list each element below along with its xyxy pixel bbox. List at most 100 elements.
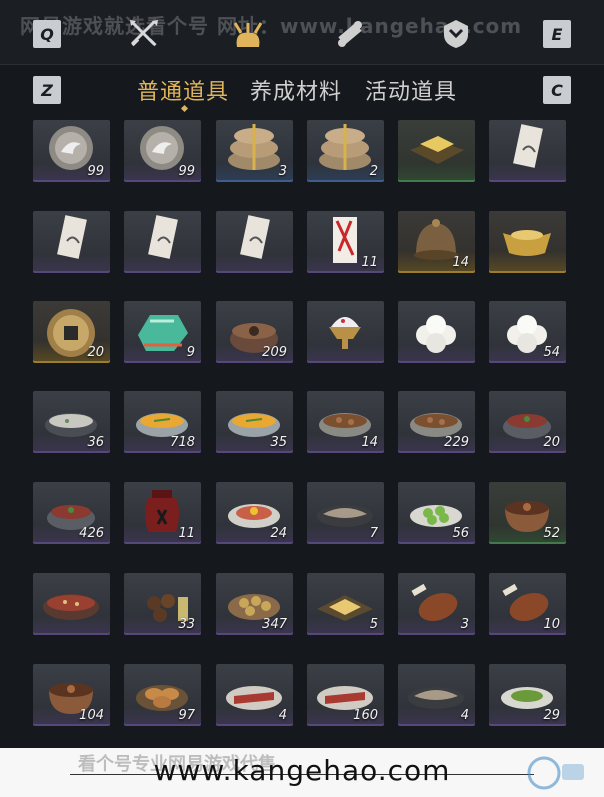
- inventory-slot[interactable]: [33, 573, 110, 635]
- item-count: 347: [262, 617, 287, 632]
- inventory-slot[interactable]: 11: [124, 482, 201, 544]
- inventory-slot[interactable]: 97: [124, 664, 201, 726]
- item-count: 229: [444, 435, 469, 450]
- inventory-slot[interactable]: 36: [33, 391, 110, 453]
- shaved-ice-icon: [329, 317, 361, 349]
- key-hint-q[interactable]: Q: [33, 20, 61, 48]
- scroll-icon[interactable]: [330, 14, 370, 54]
- item-count: 14: [361, 435, 378, 450]
- item-count: 3: [278, 164, 287, 179]
- crossed-swords-icon[interactable]: [124, 14, 164, 54]
- item-count: 4: [278, 708, 287, 723]
- inventory-slot[interactable]: 718: [124, 391, 201, 453]
- tab-bar: Z 普通道具 养成材料 活动道具 C: [0, 72, 604, 113]
- item-count: 209: [262, 345, 287, 360]
- inventory-slot[interactable]: 229: [398, 391, 475, 453]
- inventory-slot[interactable]: 3: [398, 573, 475, 635]
- item-count: 11: [361, 255, 378, 270]
- inventory-slot[interactable]: 20: [489, 391, 566, 453]
- key-hint-e[interactable]: E: [543, 20, 571, 48]
- item-count: 3: [460, 617, 469, 632]
- item-count: 24: [270, 526, 287, 541]
- shield-icon[interactable]: [436, 14, 476, 54]
- key-hint-z[interactable]: Z: [33, 76, 61, 104]
- gold-ingot-icon: [503, 230, 551, 256]
- letter-card-icon: [513, 124, 543, 168]
- inventory-slot[interactable]: 347: [216, 573, 293, 635]
- letter-card-icon: [57, 215, 87, 259]
- inventory-slot[interactable]: 3: [216, 120, 293, 182]
- inventory-slot[interactable]: 104: [33, 664, 110, 726]
- inventory-slot[interactable]: 99: [33, 120, 110, 182]
- inventory-slot[interactable]: 99: [124, 120, 201, 182]
- golden-cloth-icon: [410, 136, 464, 164]
- inventory-slot[interactable]: 14: [398, 211, 475, 273]
- top-bar: 网易游戏就选看个号 网址：www.kangehao.com Q E: [0, 0, 604, 65]
- hotpot-icon: [43, 594, 99, 620]
- item-count: 54: [543, 345, 560, 360]
- item-count: 9: [186, 345, 195, 360]
- item-count: 104: [79, 708, 104, 723]
- item-count: 10: [543, 617, 560, 632]
- key-hint-c[interactable]: C: [543, 76, 571, 104]
- inventory-slot[interactable]: [489, 211, 566, 273]
- item-count: 11: [178, 526, 195, 541]
- inventory-slot[interactable]: [398, 301, 475, 363]
- item-count: 7: [369, 526, 378, 541]
- inventory-slot[interactable]: [216, 211, 293, 273]
- item-count: 4: [460, 708, 469, 723]
- inventory-slot[interactable]: [33, 211, 110, 273]
- item-count: 52: [543, 526, 560, 541]
- inventory-slot[interactable]: 2: [307, 120, 384, 182]
- inventory-slot[interactable]: 52: [489, 482, 566, 544]
- inventory-slot[interactable]: 5: [307, 573, 384, 635]
- item-count: 718: [170, 435, 195, 450]
- inventory-slot[interactable]: 35: [216, 391, 293, 453]
- footer-url[interactable]: www.kangehao.com: [0, 754, 604, 787]
- item-count: 56: [452, 526, 469, 541]
- item-count: 5: [369, 617, 378, 632]
- tab-event-items[interactable]: 活动道具: [365, 74, 457, 106]
- inventory-slot[interactable]: 24: [216, 482, 293, 544]
- active-tab-indicator: [180, 104, 189, 113]
- inventory-slot[interactable]: 4: [398, 664, 475, 726]
- letter-card-icon: [240, 215, 270, 259]
- tab-growth-materials[interactable]: 养成材料: [250, 74, 342, 106]
- bundle-icon[interactable]: [228, 14, 268, 54]
- inventory-slot[interactable]: [307, 301, 384, 363]
- inventory-slot[interactable]: 10: [489, 573, 566, 635]
- inventory-slot[interactable]: [489, 120, 566, 182]
- tab-common-items[interactable]: 普通道具: [137, 74, 229, 106]
- inventory-slot[interactable]: 4: [216, 664, 293, 726]
- inventory-slot[interactable]: 7: [307, 482, 384, 544]
- item-count: 160: [353, 708, 378, 723]
- inventory-slot[interactable]: 33: [124, 573, 201, 635]
- inventory-slot[interactable]: 426: [33, 482, 110, 544]
- item-count: 2: [369, 164, 378, 179]
- item-count: 35: [270, 435, 287, 450]
- inventory-slot[interactable]: 14: [307, 391, 384, 453]
- inventory-slot[interactable]: 56: [398, 482, 475, 544]
- item-count: 33: [178, 617, 195, 632]
- item-count: 20: [87, 345, 104, 360]
- inventory-slot[interactable]: 9: [124, 301, 201, 363]
- inventory-slot[interactable]: 20: [33, 301, 110, 363]
- inventory-slot[interactable]: 11: [307, 211, 384, 273]
- item-count: 426: [79, 526, 104, 541]
- item-count: 36: [87, 435, 104, 450]
- inventory-slot[interactable]: 160: [307, 664, 384, 726]
- inventory-slot[interactable]: [398, 120, 475, 182]
- item-count: 97: [178, 708, 195, 723]
- letter-card-icon: [148, 215, 178, 259]
- inventory-slot[interactable]: 54: [489, 301, 566, 363]
- site-logo-icon: [527, 756, 584, 790]
- steamed-buns-icon: [416, 315, 456, 353]
- item-count: 99: [178, 164, 195, 179]
- item-count: 29: [543, 708, 560, 723]
- inventory-slot[interactable]: 209: [216, 301, 293, 363]
- inventory-slot[interactable]: [124, 211, 201, 273]
- item-count: 20: [543, 435, 560, 450]
- inventory-slot[interactable]: 29: [489, 664, 566, 726]
- item-grid: 99 99 3 2 11 14 20 9 209 54 36 718 35 14 229 20 426 11 24 7…: [33, 120, 573, 750]
- item-count: 14: [452, 255, 469, 270]
